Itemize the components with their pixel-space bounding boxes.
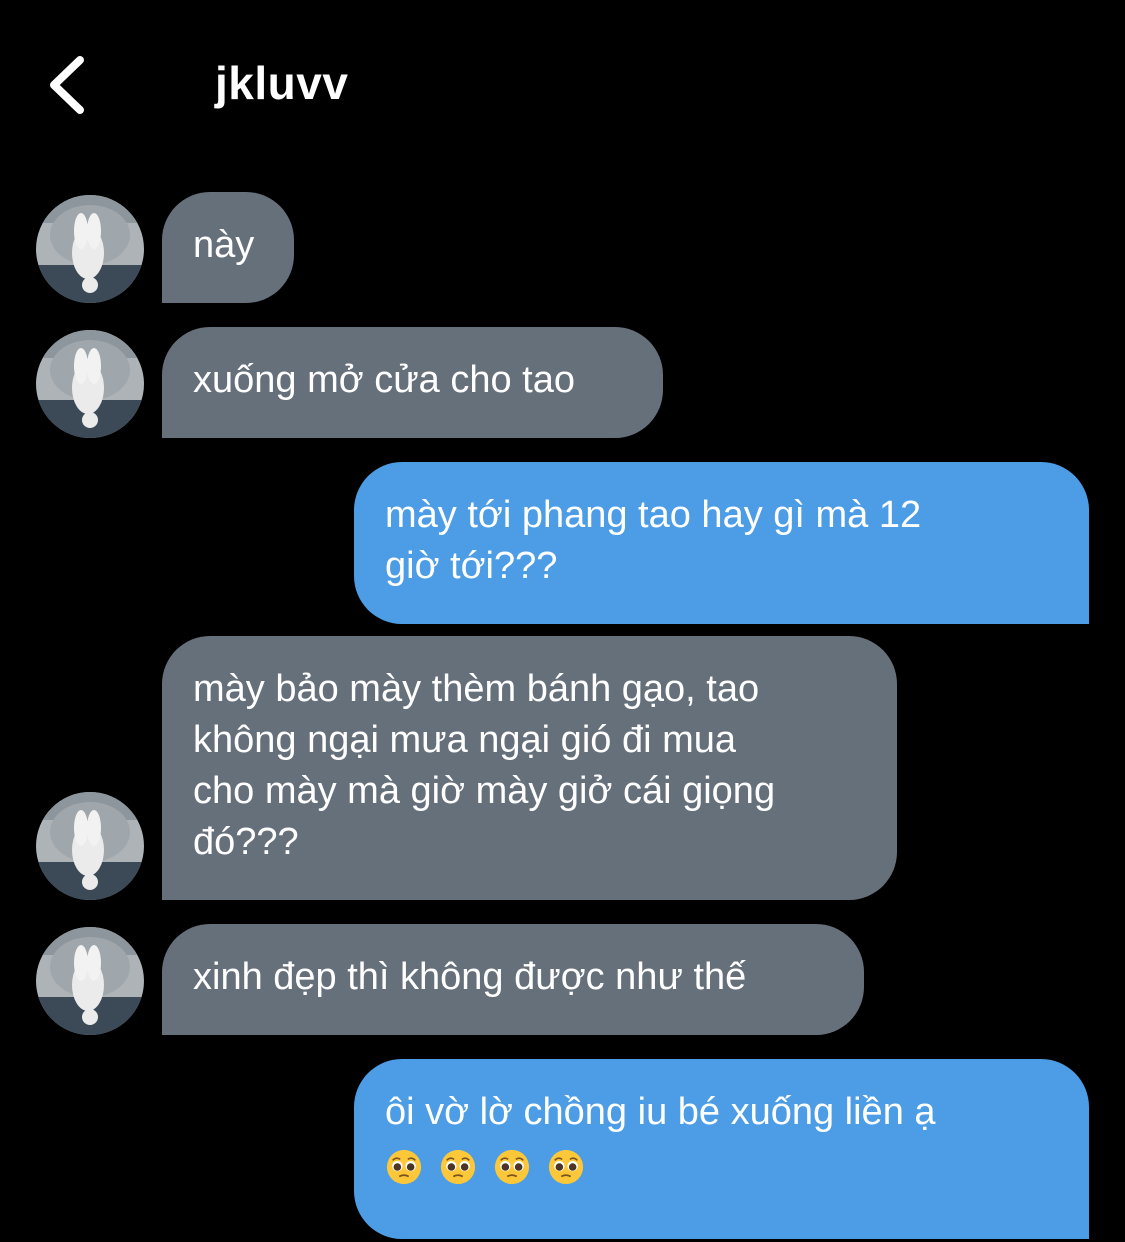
chat-screen: jkluvv này xuống mở cửa cho tao mày tới … <box>0 0 1125 1242</box>
message-text: ôi vờ lờ chồng iu bé xuống liền ạ <box>385 1091 936 1133</box>
pleading-face-icon <box>386 1149 422 1185</box>
message-text: mày bảo mày thèm bánh gạo, tao không ngạ… <box>193 668 776 863</box>
bunny-avatar-image <box>36 330 144 438</box>
message-bubble-incoming[interactable]: này <box>162 192 294 303</box>
message-text: này <box>193 224 255 266</box>
message-bubble-incoming[interactable]: xuống mở cửa cho tao <box>162 327 663 438</box>
contact-avatar[interactable] <box>36 195 144 303</box>
pleading-face-icon <box>548 1149 584 1185</box>
message-bubble-incoming[interactable]: xinh đẹp thì không được như thế <box>162 924 864 1035</box>
conversation-title[interactable]: jkluvv <box>215 56 348 110</box>
chevron-left-icon <box>50 56 84 114</box>
pleading-face-icon <box>440 1149 476 1185</box>
emoji-row <box>385 1148 1059 1186</box>
message-text: xinh đẹp thì không được như thế <box>193 956 747 998</box>
contact-avatar[interactable] <box>36 792 144 900</box>
bunny-avatar-image <box>36 792 144 900</box>
pleading-face-icon <box>494 1149 530 1185</box>
message-bubble-outgoing[interactable]: ôi vờ lờ chồng iu bé xuống liền ạ <box>354 1059 1089 1239</box>
bunny-avatar-image <box>36 195 144 303</box>
contact-avatar[interactable] <box>36 330 144 438</box>
back-button[interactable] <box>38 52 98 118</box>
chat-header: jkluvv <box>0 0 1125 170</box>
message-text: mày tới phang tao hay gì mà 12 giờ tới??… <box>385 494 922 587</box>
message-bubble-incoming[interactable]: mày bảo mày thèm bánh gạo, tao không ngạ… <box>162 636 897 900</box>
bunny-avatar-image <box>36 927 144 1035</box>
contact-avatar[interactable] <box>36 927 144 1035</box>
message-text: xuống mở cửa cho tao <box>193 359 576 401</box>
message-bubble-outgoing[interactable]: mày tới phang tao hay gì mà 12 giờ tới??… <box>354 462 1089 624</box>
